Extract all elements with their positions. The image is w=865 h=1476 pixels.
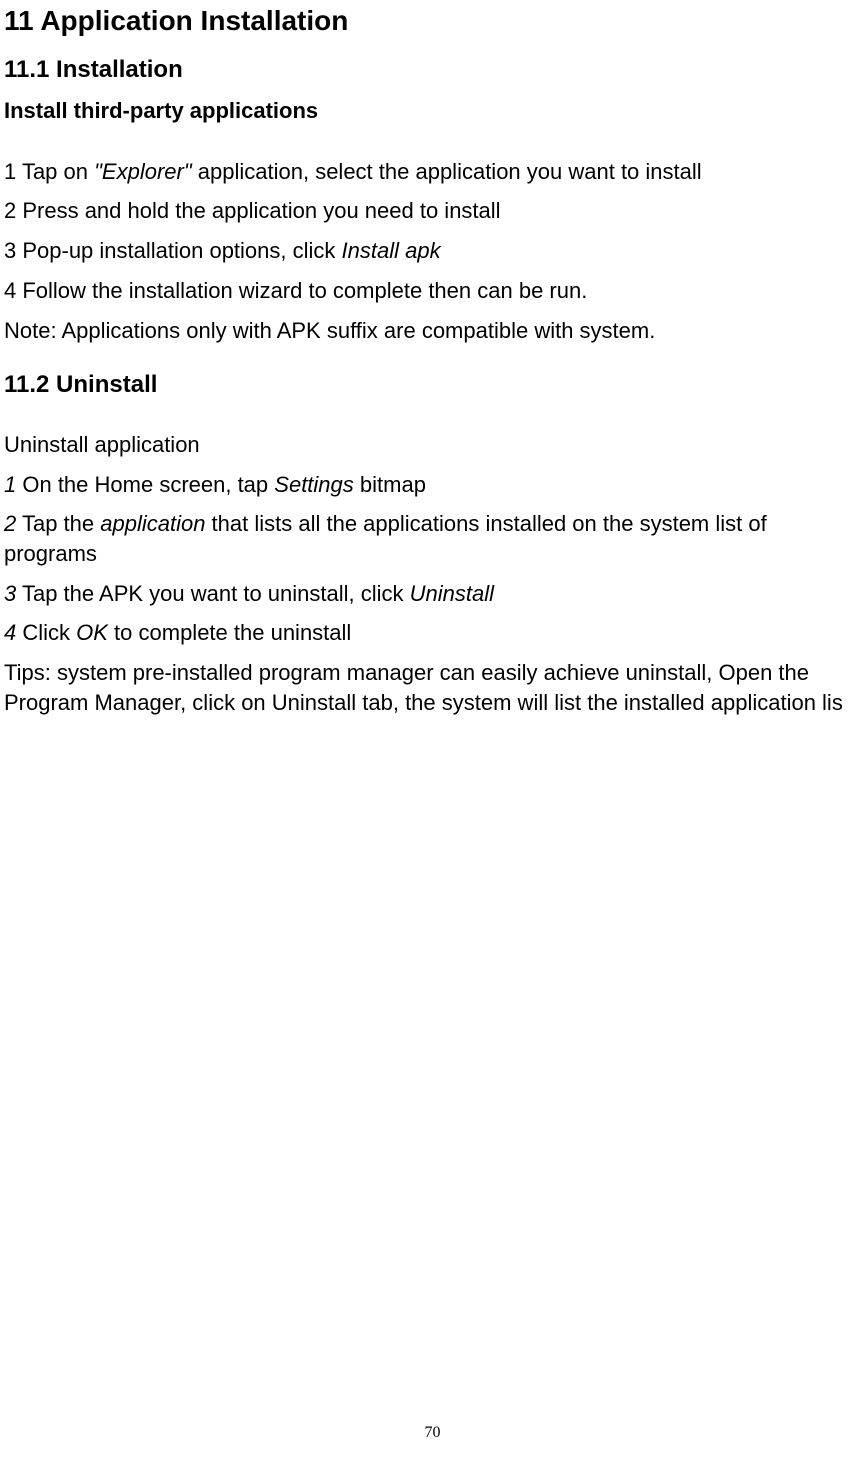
uninstall-step-3: 3 Tap the APK you want to uninstall, cli… — [4, 579, 863, 609]
text-italic: Settings — [274, 472, 354, 497]
heading-section-uninstall: 11.2 Uninstall — [4, 371, 863, 400]
uninstall-step-2: 2 Tap the application that lists all the… — [4, 509, 863, 568]
step-number: 4 — [4, 620, 16, 645]
document-page: 11 Application Installation 11.1 Install… — [0, 0, 865, 718]
page-number: 70 — [0, 1424, 865, 1442]
uninstall-lead: Uninstall application — [4, 430, 863, 460]
step-number: 1 — [4, 472, 16, 497]
heading-chapter: 11 Application Installation — [4, 4, 863, 38]
text: application, select the application you … — [198, 159, 702, 184]
install-step-1: 1 Tap on "Explorer" application, select … — [4, 157, 863, 187]
text-italic: "Explorer" — [94, 159, 198, 184]
text-italic: application — [100, 511, 205, 536]
install-step-3: 3 Pop-up installation options, click Ins… — [4, 236, 863, 266]
heading-subsection-install-third-party: Install third-party applications — [4, 98, 863, 124]
text: On the Home screen, tap — [16, 472, 274, 497]
text: 3 Pop-up installation options, click — [4, 238, 342, 263]
text-italic: OK — [76, 620, 108, 645]
text-italic: Install apk — [342, 238, 441, 263]
text: bitmap — [354, 472, 426, 497]
uninstall-step-4: 4 Click OK to complete the uninstall — [4, 618, 863, 648]
install-step-4: 4 Follow the installation wizard to comp… — [4, 276, 863, 306]
text: Tap the APK you want to uninstall, click — [16, 581, 409, 606]
uninstall-step-1: 1 On the Home screen, tap Settings bitma… — [4, 470, 863, 500]
install-note: Note: Applications only with APK suffix … — [4, 316, 863, 346]
text: Click — [16, 620, 76, 645]
text: Tap the — [16, 511, 100, 536]
text: 1 Tap on — [4, 159, 94, 184]
step-number: 2 — [4, 511, 16, 536]
step-number: 3 — [4, 581, 16, 606]
text: to complete the uninstall — [108, 620, 351, 645]
uninstall-tips: Tips: system pre-installed program manag… — [4, 658, 863, 717]
install-step-2: 2 Press and hold the application you nee… — [4, 196, 863, 226]
text-italic: Uninstall — [410, 581, 494, 606]
heading-section-installation: 11.1 Installation — [4, 56, 863, 85]
